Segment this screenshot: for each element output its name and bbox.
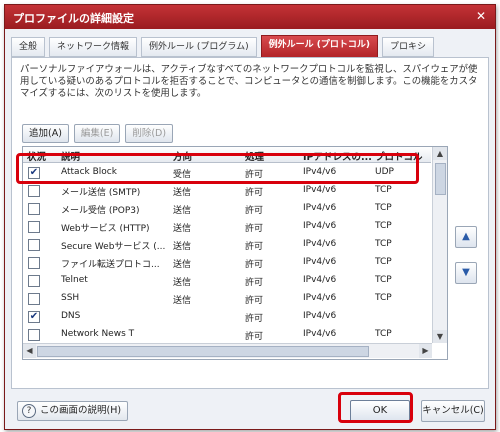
- rule-checkbox[interactable]: [28, 239, 40, 251]
- rule-checkbox[interactable]: [28, 203, 40, 215]
- profile-settings-dialog: プロファイルの詳細設定 ✕ 全般 ネットワーク情報 例外ルール (プログラム) …: [4, 4, 496, 430]
- window-title: プロファイルの詳細設定: [13, 12, 134, 25]
- table-row[interactable]: Telnet 送信 許可 IPv4/v6 TCP: [23, 271, 431, 289]
- cell-ip-version: IPv4/v6: [303, 329, 337, 339]
- action-buttons: 追加(A) 編集(E) 削除(D): [22, 124, 174, 143]
- cell-direction: 送信: [173, 242, 192, 252]
- tab-exceptions-protocol[interactable]: 例外ルール (プロトコル): [260, 35, 379, 58]
- cancel-button[interactable]: キャンセル(C): [421, 400, 485, 422]
- vertical-scrollbar[interactable]: ▲ ▼: [432, 147, 447, 343]
- move-up-icon[interactable]: ▲: [455, 226, 477, 248]
- cell-direction: 送信: [173, 278, 192, 288]
- move-down-icon[interactable]: ▼: [455, 262, 477, 284]
- rule-checkbox[interactable]: [28, 257, 40, 269]
- tab-general[interactable]: 全般: [11, 37, 46, 57]
- cell-protocol: TCP: [375, 275, 392, 285]
- cell-ip-version: IPv4/v6: [303, 293, 337, 303]
- cell-direction: 送信: [173, 224, 192, 234]
- cell-ip-version: IPv4/v6: [303, 275, 337, 285]
- cell-description: Telnet: [61, 275, 88, 285]
- scroll-up-icon[interactable]: ▲: [433, 147, 447, 160]
- row-highlight-box: [16, 153, 419, 184]
- cell-direction: 送信: [173, 296, 192, 306]
- cell-action: 許可: [245, 296, 264, 306]
- rule-checkbox[interactable]: [28, 275, 40, 287]
- cell-description: SSH: [61, 293, 80, 303]
- cell-action: 許可: [245, 260, 264, 270]
- rule-checkbox[interactable]: ✔: [28, 311, 40, 323]
- help-icon: ?: [22, 404, 36, 418]
- cell-ip-version: IPv4/v6: [303, 203, 337, 213]
- add-button[interactable]: 追加(A): [22, 124, 69, 143]
- cell-protocol: TCP: [375, 239, 392, 249]
- cell-description: ファイル転送プロトコ...: [61, 260, 160, 270]
- table-row[interactable]: メール受信 (POP3) 送信 許可 IPv4/v6 TCP: [23, 199, 431, 217]
- rule-checkbox[interactable]: [28, 329, 40, 341]
- horizontal-scroll-thumb[interactable]: [37, 346, 369, 357]
- tab-proxy[interactable]: プロキシ: [382, 37, 435, 57]
- cell-protocol: TCP: [375, 293, 392, 303]
- cell-action: 許可: [245, 188, 264, 198]
- help-button[interactable]: ? この画面の説明(H): [17, 401, 129, 421]
- cell-protocol: TCP: [375, 203, 392, 213]
- cell-ip-version: IPv4/v6: [303, 257, 337, 267]
- table-row[interactable]: Webサービス (HTTP) 送信 許可 IPv4/v6 TCP: [23, 217, 431, 235]
- rule-checkbox[interactable]: [28, 185, 40, 197]
- cell-description: Webサービス (HTTP): [61, 224, 150, 234]
- cell-action: 許可: [245, 314, 264, 324]
- cell-action: 許可: [245, 278, 264, 288]
- table-row[interactable]: Network News T 許可 IPv4/v6 TCP: [23, 325, 431, 343]
- scroll-left-icon[interactable]: ◀: [23, 344, 36, 358]
- cell-action: 許可: [245, 242, 264, 252]
- tab-panel: パーソナルファイアウォールは、アクティブなすべてのネットワークプロトコルを監視し…: [11, 57, 489, 389]
- table-row[interactable]: SSH 送信 許可 IPv4/v6 TCP: [23, 289, 431, 307]
- edit-button[interactable]: 編集(E): [73, 124, 121, 143]
- cell-description: Network News T: [61, 329, 135, 339]
- scroll-right-icon[interactable]: ▶: [419, 344, 432, 358]
- cell-direction: 送信: [173, 260, 192, 270]
- scroll-down-icon[interactable]: ▼: [433, 330, 447, 343]
- close-icon[interactable]: ✕: [473, 9, 489, 24]
- cell-direction: 送信: [173, 206, 192, 216]
- title-bar: プロファイルの詳細設定 ✕: [5, 5, 495, 29]
- cell-protocol: TCP: [375, 329, 392, 339]
- cell-protocol: TCP: [375, 221, 392, 231]
- cell-description: メール受信 (POP3): [61, 206, 140, 216]
- table-row[interactable]: ファイル転送プロトコ... 送信 許可 IPv4/v6 TCP: [23, 253, 431, 271]
- cell-action: 許可: [245, 332, 264, 342]
- delete-button[interactable]: 削除(D): [125, 124, 174, 143]
- cell-description: Secure Webサービス (...: [61, 242, 166, 252]
- tab-exceptions-program[interactable]: 例外ルール (プログラム): [141, 37, 257, 57]
- tab-strip: 全般 ネットワーク情報 例外ルール (プログラム) 例外ルール (プロトコル) …: [11, 35, 489, 58]
- cell-protocol: TCP: [375, 185, 392, 195]
- help-label: この画面の説明(H): [40, 405, 122, 416]
- cell-description: DNS: [61, 311, 81, 321]
- cell-ip-version: IPv4/v6: [303, 239, 337, 249]
- description-text: パーソナルファイアウォールは、アクティブなすべてのネットワークプロトコルを監視し…: [20, 64, 478, 99]
- cell-action: 許可: [245, 206, 264, 216]
- cell-ip-version: IPv4/v6: [303, 221, 337, 231]
- horizontal-scrollbar[interactable]: ◀ ▶: [23, 343, 432, 358]
- cell-ip-version: IPv4/v6: [303, 311, 337, 321]
- cell-description: メール送信 (SMTP): [61, 188, 141, 198]
- table-row[interactable]: ✔ DNS 許可 IPv4/v6: [23, 307, 431, 325]
- table-row[interactable]: Secure Webサービス (... 送信 許可 IPv4/v6 TCP: [23, 235, 431, 253]
- cell-direction: 送信: [173, 188, 192, 198]
- cell-protocol: TCP: [375, 257, 392, 267]
- cell-ip-version: IPv4/v6: [303, 185, 337, 195]
- ok-highlight-box: [338, 392, 413, 423]
- cell-action: 許可: [245, 224, 264, 234]
- tab-network-info[interactable]: ネットワーク情報: [49, 37, 138, 57]
- rule-checkbox[interactable]: [28, 221, 40, 233]
- vertical-scroll-thumb[interactable]: [435, 163, 446, 195]
- rule-checkbox[interactable]: [28, 293, 40, 305]
